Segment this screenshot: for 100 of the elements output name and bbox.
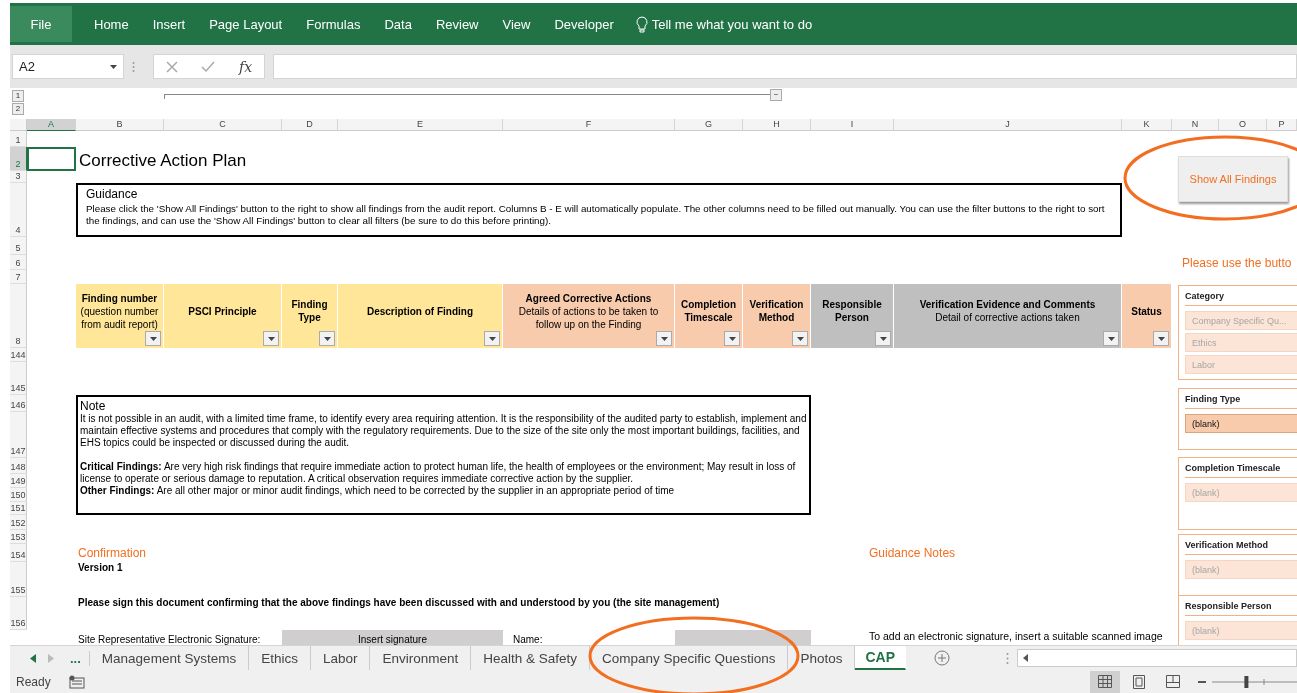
caret-icon — [149, 336, 157, 341]
status-text: Ready — [16, 674, 51, 689]
lightbulb-icon — [635, 15, 648, 33]
page-icon — [1133, 674, 1145, 689]
file-tab[interactable]: File — [10, 6, 72, 42]
macro-record-icon[interactable] — [68, 674, 85, 689]
caret-icon — [488, 336, 496, 341]
ribbon-tab[interactable]: Home — [82, 16, 141, 32]
grid-icon — [1098, 675, 1112, 688]
slider-thumb[interactable] — [1244, 675, 1249, 688]
caret-icon — [267, 336, 275, 341]
row-header[interactable]: 2 — [10, 147, 27, 171]
horizontal-scrollbar[interactable] — [1017, 649, 1297, 667]
more-sheets-button[interactable]: ... — [62, 650, 90, 666]
table-header: Finding number (question number from audit report) — [76, 284, 164, 348]
table-header: Completion Timescale — [675, 284, 743, 348]
column-header[interactable]: F — [503, 119, 675, 131]
column-header[interactable]: O — [1219, 119, 1267, 131]
filter-button[interactable] — [1103, 331, 1119, 346]
table-header: PSCI Principle — [164, 284, 282, 348]
row-header[interactable]: 156 — [10, 597, 27, 630]
caret-icon — [110, 64, 117, 69]
row-header[interactable]: 6 — [10, 255, 27, 270]
slicer-item[interactable]: (blank) — [1185, 414, 1297, 433]
filter-button[interactable] — [724, 331, 740, 346]
zoom-slider[interactable] — [1212, 674, 1297, 689]
filter-button[interactable] — [1153, 331, 1169, 346]
row-header[interactable]: 145 — [10, 362, 27, 395]
note-title: Note — [80, 399, 107, 413]
column-header[interactable]: N — [1172, 119, 1219, 131]
filter-button[interactable] — [656, 331, 672, 346]
previous-sheet-icon[interactable] — [30, 653, 36, 663]
ribbon-tab[interactable]: Formulas — [294, 16, 373, 32]
guidance-notes-text: To add an electronic signature, insert a suitable scanned image — [869, 630, 1163, 642]
caret-icon — [660, 336, 668, 341]
row-header[interactable]: 154 — [10, 544, 27, 562]
row-header[interactable]: 155 — [10, 562, 27, 597]
column-header[interactable]: E — [338, 119, 503, 131]
outline-level-button[interactable]: 1 — [12, 90, 24, 102]
caret-icon — [1157, 336, 1165, 341]
column-header[interactable]: D — [282, 119, 338, 131]
column-header[interactable]: G — [675, 119, 743, 131]
slicer-title: Finding Type — [1185, 394, 1297, 409]
check-icon[interactable] — [201, 60, 216, 73]
column-header[interactable]: C — [164, 119, 282, 131]
filter-button[interactable] — [145, 331, 161, 346]
ribbon-tab[interactable]: Insert — [140, 16, 198, 32]
row-header[interactable]: 147 — [10, 412, 27, 458]
column-header[interactable]: H — [743, 119, 811, 131]
row-header[interactable]: 149 — [10, 474, 27, 488]
sheet-tab[interactable]: CAP — [855, 646, 906, 670]
name-box[interactable]: A2 — [12, 54, 124, 79]
row-header[interactable]: 3 — [10, 171, 27, 183]
filter-button[interactable] — [484, 331, 500, 346]
column-header[interactable]: P — [1267, 119, 1297, 131]
caret-icon — [728, 336, 736, 341]
row-header[interactable]: 152 — [10, 515, 27, 530]
ribbon-tab[interactable]: Data — [372, 16, 424, 32]
ribbon-tab[interactable]: Review — [423, 16, 491, 32]
slicer-title: Responsible Person — [1185, 601, 1297, 616]
row-header[interactable]: 151 — [10, 502, 27, 515]
row-header[interactable]: 148 — [10, 458, 27, 474]
caret-icon — [323, 336, 331, 341]
filter-button[interactable] — [319, 331, 335, 346]
filter-button[interactable] — [875, 331, 891, 346]
column-header[interactable]: J — [894, 119, 1122, 131]
add-sheet-icon[interactable] — [934, 650, 950, 666]
row-header[interactable]: 5 — [10, 237, 27, 255]
normal-view-button[interactable] — [1090, 670, 1120, 693]
row-header[interactable]: 8 — [10, 284, 27, 348]
caret-icon — [796, 336, 804, 341]
outline-level-button[interactable]: 2 — [12, 103, 24, 115]
table-header: Verification Method — [743, 284, 811, 348]
signature-label: Site Representative Electronic Signature: — [78, 634, 261, 645]
row-header[interactable]: 4 — [10, 183, 27, 237]
filter-button[interactable] — [263, 331, 279, 346]
row-header[interactable]: 144 — [10, 348, 27, 362]
signature-field[interactable]: Insert signature — [282, 630, 503, 645]
name-field[interactable] — [675, 630, 811, 645]
row-header[interactable]: 7 — [10, 270, 27, 284]
column-header[interactable]: I — [811, 119, 894, 131]
name-label: Name: — [513, 634, 543, 645]
row-header[interactable]: 1 — [10, 131, 27, 147]
row-header[interactable]: 153 — [10, 530, 27, 544]
row-header[interactable]: 150 — [10, 488, 27, 502]
column-header[interactable]: A — [27, 119, 76, 131]
tell-me-search[interactable]: Tell me what you want to do — [651, 16, 813, 32]
caret-icon — [879, 336, 887, 341]
row-header[interactable]: 146 — [10, 395, 27, 412]
column-header[interactable]: B — [76, 119, 164, 131]
column-header[interactable]: K — [1122, 119, 1172, 131]
collapse-button[interactable]: − — [770, 89, 782, 101]
version-label: Version 1 — [78, 562, 123, 573]
insert-function-button[interactable]: fx — [239, 58, 253, 75]
ribbon-tab[interactable]: Page Layout — [197, 16, 295, 32]
slicer-title: Category — [1185, 291, 1297, 306]
ribbon-tab[interactable]: View — [490, 16, 543, 32]
filter-button[interactable] — [792, 331, 808, 346]
table-header: Agreed Corrective Actions Details of actions to be taken to follow up on the Finding — [503, 284, 675, 348]
ribbon-tab[interactable]: Developer — [542, 16, 626, 32]
